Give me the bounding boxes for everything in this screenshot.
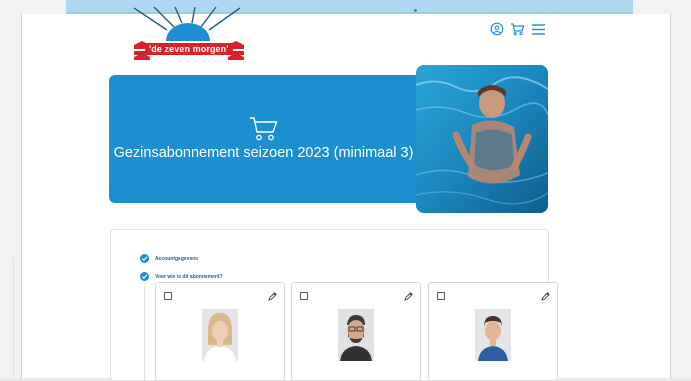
hero-banner: Gezinsabonnement seizoen 2023 (minimaal … — [109, 75, 418, 203]
pencil-icon[interactable] — [403, 289, 414, 307]
woman-avatar — [202, 309, 238, 361]
member-card[interactable] — [291, 282, 421, 381]
step-label: Accountgegevens — [155, 255, 199, 262]
member-checkbox[interactable] — [437, 292, 445, 300]
banner-dot — [414, 9, 417, 12]
check-icon — [140, 254, 149, 263]
nested-line — [144, 286, 145, 381]
step-members[interactable]: Voor wie is dit abonnement? — [140, 272, 223, 281]
step-account[interactable]: Accountgegevens — [140, 254, 198, 263]
menu-icon[interactable] — [531, 23, 546, 41]
account-icon[interactable] — [490, 22, 504, 41]
member-card[interactable] — [155, 282, 285, 381]
pencil-icon[interactable] — [540, 289, 551, 307]
brand-logo-text: 'de zeven morgen' — [145, 43, 233, 55]
member-card[interactable] — [428, 282, 558, 381]
cart-icon[interactable] — [510, 22, 525, 41]
boy-avatar — [475, 309, 511, 361]
man-avatar — [338, 309, 374, 361]
member-checkbox[interactable] — [300, 292, 308, 300]
brand-logo[interactable]: 'de zeven morgen' — [112, 5, 252, 67]
step-connector — [13, 258, 14, 378]
check-icon — [140, 272, 149, 281]
swimmer-photo — [416, 65, 548, 213]
cart-icon — [249, 115, 279, 148]
hero-title: Gezinsabonnement seizoen 2023 (minimaal … — [113, 145, 414, 161]
member-checkbox[interactable] — [164, 292, 172, 300]
sun-rays-graphic — [133, 6, 244, 60]
step-label: Voor wie is dit abonnement? — [155, 273, 223, 280]
header-icons — [490, 22, 546, 41]
pencil-icon[interactable] — [267, 289, 278, 307]
